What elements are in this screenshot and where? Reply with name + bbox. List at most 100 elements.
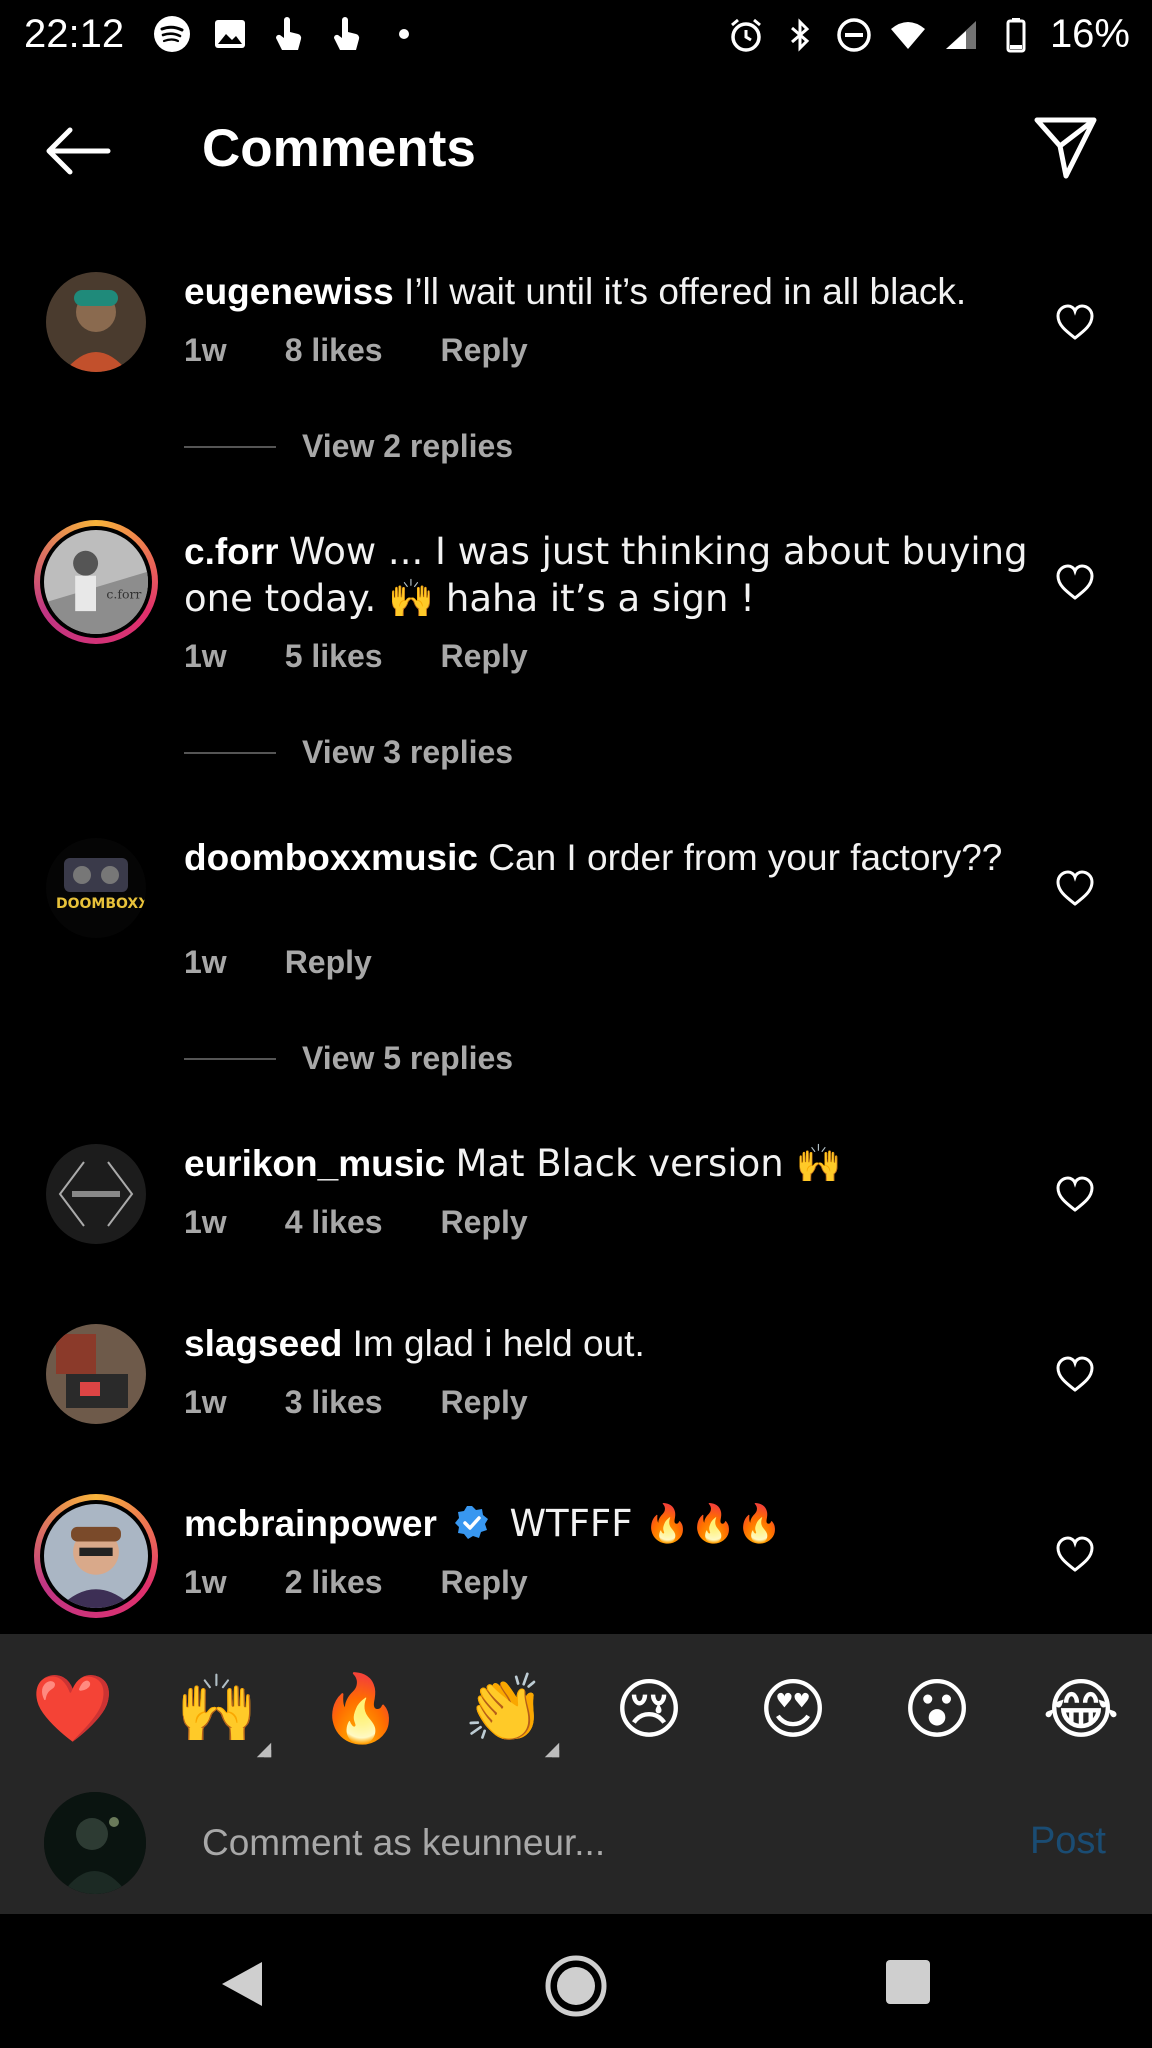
comment-meta: 1w 3 likes Reply [184,1384,586,1421]
replies-divider [184,1057,276,1060]
comment-likes[interactable]: 5 likes [285,638,383,675]
comment-composer: ❤️ 🙌 🔥 👏 😢 😍 😮 😂 Post [0,1634,1152,1914]
skin-tone-indicator [256,1742,272,1758]
like-button[interactable] [1054,1174,1096,1214]
comment-username[interactable]: c.forr [184,531,279,572]
reaction-heart[interactable]: ❤️ [28,1664,118,1754]
comment-text: I’ll wait until it’s offered in all blac… [404,271,967,312]
view-replies-label: View 5 replies [302,1040,514,1076]
spotify-icon [152,14,192,54]
reply-button[interactable]: Reply [441,1204,528,1241]
like-button[interactable] [1054,1534,1096,1574]
triangle-back-icon [222,1962,262,2006]
heart-icon [1056,564,1094,600]
reaction-heart-eyes[interactable]: 😍 [748,1664,838,1754]
reaction-raised-hands[interactable]: 🙌 [172,1664,272,1758]
avatar[interactable] [46,272,146,372]
battery-percent: 16% [1049,12,1130,56]
like-button[interactable] [1054,302,1096,342]
view-replies-button[interactable]: View 2 replies [184,428,513,465]
like-button[interactable] [1054,1354,1096,1394]
quick-reactions: ❤️ 🙌 🔥 👏 😢 😍 😮 😂 [0,1664,1152,1774]
reaction-fire[interactable]: 🔥 [316,1664,406,1754]
page-title: Comments [202,119,476,178]
comment-likes[interactable]: 8 likes [285,332,383,369]
paper-plane-icon [1034,117,1097,179]
touch-icon [326,14,366,54]
avatar[interactable] [46,1144,146,1244]
reply-button[interactable]: Reply [441,638,528,675]
avatar[interactable]: c.forr [34,520,158,644]
view-replies-button[interactable]: View 5 replies [184,1040,513,1077]
comment-content: mcbrainpower WTFFF 🔥🔥🔥 [184,1500,1034,1547]
comment-username[interactable]: eurikon_music [184,1143,445,1184]
avatar[interactable] [46,1324,146,1424]
like-button[interactable] [1054,562,1096,602]
header: Comments [0,100,1152,200]
comment-username[interactable]: doomboxxmusic [184,837,478,878]
status-time: 22:12 [24,12,125,56]
view-replies-button[interactable]: View 3 replies [184,734,513,771]
reaction-surprised[interactable]: 😮 [892,1664,982,1754]
comment-meta: 1w 4 likes Reply [184,1204,586,1241]
comment-username[interactable]: slagseed [184,1323,342,1364]
comment-content: slagseed Im glad i held out. [184,1320,1034,1367]
touch-icon [268,14,308,54]
heart-icon [1056,304,1094,340]
avatar[interactable] [34,1494,158,1618]
status-right-icons: 16% [726,12,1130,57]
image-icon [210,14,250,54]
skin-tone-indicator [544,1742,560,1758]
back-button[interactable] [44,126,112,176]
comment-username[interactable]: eugenewiss [184,271,394,312]
comment-meta: 1w 2 likes Reply [184,1564,586,1601]
comment-input[interactable] [200,1812,984,1874]
comment-likes[interactable]: 2 likes [285,1564,383,1601]
comment-content: doomboxxmusic Can I order from your fact… [184,834,1034,881]
view-replies-label: View 3 replies [302,734,514,770]
reply-button[interactable]: Reply [441,332,528,369]
avatar[interactable]: DOOMBOXX [46,838,146,938]
nav-recents-button[interactable] [886,1960,930,2004]
reaction-clap[interactable]: 👏 [460,1664,560,1758]
comment-text: Can I order from your factory?? [488,837,1003,878]
dnd-icon [834,15,874,55]
comment-username[interactable]: mcbrainpower [184,1503,437,1544]
comment-text: Wow ... I was just thinking about buying… [184,530,1028,620]
comment-content: c.forr Wow ... I was just thinking about… [184,528,1034,622]
arrow-left-icon [46,127,111,175]
comment-time: 1w [184,1564,227,1600]
heart-icon [1056,1536,1094,1572]
like-button[interactable] [1054,868,1096,908]
reply-button[interactable]: Reply [441,1564,528,1601]
reaction-clap-glyph: 👏 [463,1670,547,1747]
reaction-laughing[interactable]: 😂 [1036,1664,1126,1754]
reply-button[interactable]: Reply [441,1384,528,1421]
nav-home-button[interactable] [544,1954,608,2018]
comment-likes[interactable]: 3 likes [285,1384,383,1421]
bluetooth-icon [780,15,820,55]
status-left-icons [152,14,424,54]
svg-text:c.forr: c.forr [106,587,141,602]
signal-icon [942,15,982,55]
reaction-crying[interactable]: 😢 [604,1664,694,1754]
verified-badge-icon [455,1506,489,1539]
comment-time: 1w [184,332,227,368]
share-button[interactable] [1032,114,1100,182]
navigation-bar [0,1914,1152,2048]
comment-text: WTFFF 🔥🔥🔥 [509,1502,783,1545]
heart-icon [1056,1356,1094,1392]
reply-button[interactable]: Reply [285,944,372,981]
dot-icon [384,14,424,54]
comment-time: 1w [184,1204,227,1240]
wifi-icon [888,15,928,55]
post-button[interactable]: Post [1030,1820,1106,1863]
heart-icon [1056,1176,1094,1212]
comment-time: 1w [184,1384,227,1420]
current-user-avatar [44,1792,146,1894]
nav-back-button[interactable] [216,1958,266,2010]
svg-text:DOOMBOXX: DOOMBOXX [56,896,146,912]
comment-time: 1w [184,944,227,980]
comment-likes[interactable]: 4 likes [285,1204,383,1241]
comment-text: Mat Black version 🙌 [455,1142,842,1185]
